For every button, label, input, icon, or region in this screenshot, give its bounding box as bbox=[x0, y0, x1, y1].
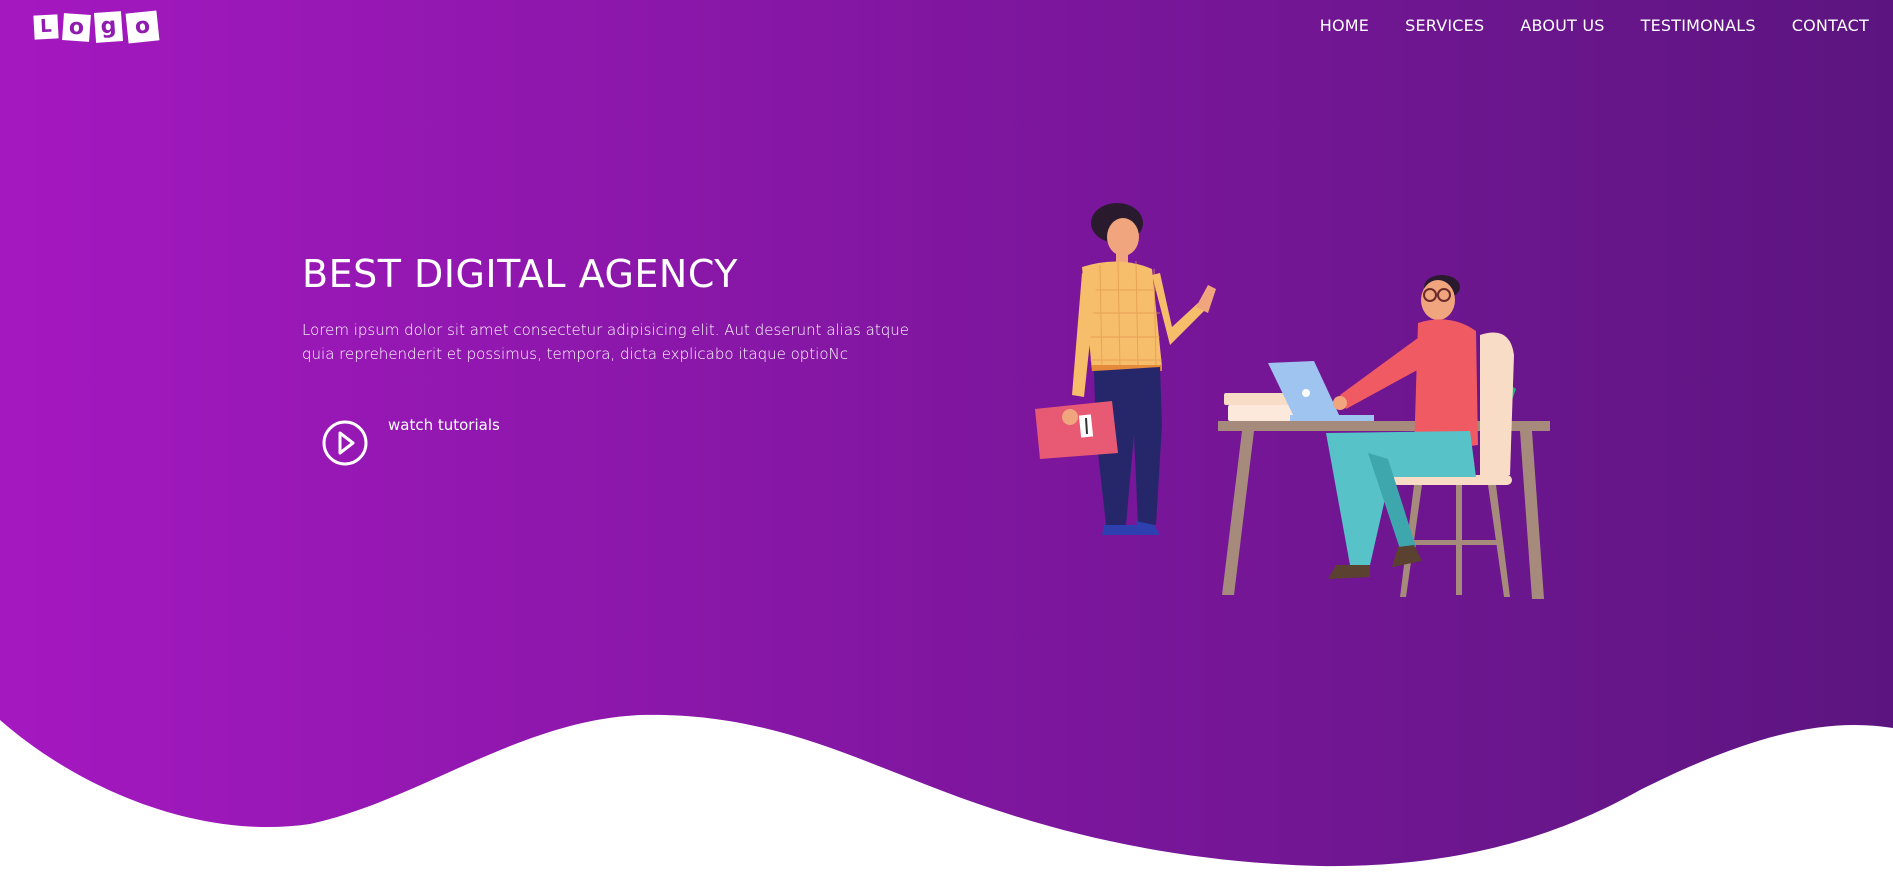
hero-section: L o g o HOME SERVICES ABOUT US TESTIMONA… bbox=[0, 0, 1893, 890]
logo-letter: o bbox=[125, 10, 160, 44]
logo-letter: L bbox=[33, 14, 59, 40]
nav-contact[interactable]: CONTACT bbox=[1792, 16, 1869, 35]
watch-tutorials-button[interactable]: watch tutorials bbox=[320, 416, 500, 468]
hero-title: BEST DIGITAL AGENCY bbox=[302, 252, 738, 296]
nav-testimonials[interactable]: TESTIMONALS bbox=[1641, 16, 1756, 35]
play-circle-icon[interactable] bbox=[320, 418, 370, 468]
nav-services[interactable]: SERVICES bbox=[1405, 16, 1484, 35]
hero-text-block: BEST DIGITAL AGENCY Lorem ipsum dolor si… bbox=[302, 252, 942, 366]
site-logo[interactable]: L o g o bbox=[33, 10, 160, 44]
office-illustration bbox=[1035, 203, 1550, 599]
watch-tutorials-label: watch tutorials bbox=[388, 416, 500, 434]
logo-letter: o bbox=[62, 12, 91, 42]
nav-home[interactable]: HOME bbox=[1320, 16, 1369, 35]
nav-about-us[interactable]: ABOUT US bbox=[1520, 16, 1604, 35]
hero-description: Lorem ipsum dolor sit amet consectetur a… bbox=[302, 321, 909, 363]
main-navigation: HOME SERVICES ABOUT US TESTIMONALS CONTA… bbox=[1320, 16, 1869, 35]
logo-letter: g bbox=[93, 11, 124, 43]
standing-person bbox=[1035, 203, 1216, 535]
